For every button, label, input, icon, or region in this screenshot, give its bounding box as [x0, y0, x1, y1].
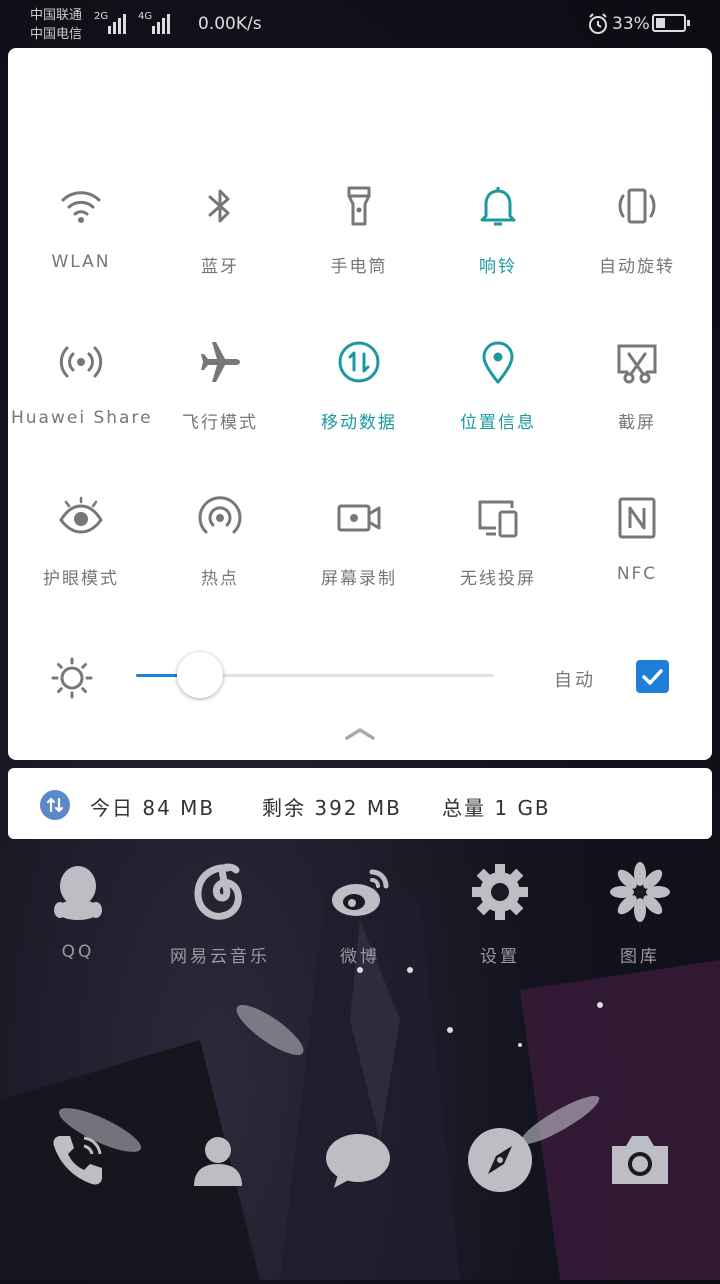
location-icon — [474, 338, 522, 386]
brightness-slider[interactable] — [136, 652, 494, 698]
tile-share[interactable]: Huawei Share — [11, 338, 151, 458]
tile-eye[interactable]: 护眼模式 — [11, 494, 151, 614]
status-bar: 中国联通 中国电信 2G 4G 0.00K/s 33% — [0, 0, 720, 48]
tile-label: 截屏 — [618, 413, 656, 433]
messages-icon[interactable] — [324, 1128, 392, 1196]
carrier-1: 中国联通 — [30, 8, 83, 23]
tile-screen-record[interactable]: 屏幕录制 — [289, 494, 429, 614]
tile-label: 无线投屏 — [460, 569, 536, 589]
app-label: 微博 — [340, 947, 380, 967]
app-weibo[interactable]: 微博 — [295, 860, 425, 967]
collapse-chevron-icon[interactable] — [342, 724, 378, 744]
airplane-icon — [196, 338, 244, 386]
app-label: 网易云音乐 — [170, 947, 270, 967]
wifi-icon — [57, 182, 105, 230]
usage-today: 今日 84 MB — [90, 796, 216, 820]
phone-icon[interactable] — [46, 1128, 110, 1196]
auto-brightness-checkbox[interactable] — [636, 660, 669, 693]
signal-icon-2: 4G — [138, 10, 178, 40]
hotspot-icon — [196, 494, 244, 542]
check-icon — [642, 669, 663, 685]
tile-bluetooth[interactable]: 蓝牙 — [150, 182, 290, 302]
cast-icon — [474, 494, 522, 542]
quick-settings-panel: WLAN 蓝牙 手电筒 响铃 自动旋转 Huawei Share 飞行模式 移动数据 位置信息 截… — [8, 48, 712, 760]
data-usage-bar[interactable]: 今日 84 MB 剩余 392 MB 总量 1 GB — [8, 768, 712, 839]
flashlight-icon — [335, 182, 383, 230]
screen-record-icon — [335, 494, 383, 542]
share-icon — [57, 338, 105, 386]
app-netease-music[interactable]: 网易云音乐 — [155, 860, 285, 967]
tile-label: WLAN — [51, 252, 111, 272]
app-label: 设置 — [480, 947, 520, 967]
tile-hotspot[interactable]: 热点 — [150, 494, 290, 614]
battery-icon — [652, 14, 690, 32]
tile-flashlight[interactable]: 手电筒 — [289, 182, 429, 302]
app-label: 图库 — [620, 947, 660, 967]
nfc-icon — [613, 494, 661, 542]
tile-label: 自动旋转 — [599, 257, 675, 277]
tile-label: 手电筒 — [330, 257, 388, 277]
mobile-data-icon — [335, 338, 383, 386]
net-type-2: 4G — [138, 11, 152, 22]
alarm-icon — [586, 12, 610, 40]
bluetooth-icon — [196, 182, 244, 230]
tile-label: 响铃 — [479, 257, 517, 277]
tile-bell[interactable]: 响铃 — [428, 182, 568, 302]
battery-percent: 33% — [612, 14, 650, 34]
rotate-icon — [613, 182, 661, 230]
contacts-icon[interactable] — [186, 1128, 250, 1196]
tile-wifi[interactable]: WLAN — [11, 182, 151, 302]
tile-nfc[interactable]: NFC — [567, 494, 707, 614]
brightness-icon — [50, 656, 94, 700]
auto-brightness-label: 自动 — [554, 670, 596, 691]
tile-label: 屏幕录制 — [321, 569, 397, 589]
tile-location[interactable]: 位置信息 — [428, 338, 568, 458]
qq-icon — [54, 866, 102, 920]
net-type-1: 2G — [94, 11, 108, 22]
tile-label: 蓝牙 — [201, 257, 239, 277]
tile-label: 飞行模式 — [182, 413, 258, 433]
settings-icon — [472, 864, 528, 920]
usage-total: 总量 1 GB — [442, 796, 551, 820]
data-usage-icon — [40, 790, 70, 820]
camera-icon[interactable] — [608, 1132, 672, 1192]
app-label: QQ — [61, 942, 95, 962]
weibo-icon — [332, 869, 389, 916]
tile-mobile-data[interactable]: 移动数据 — [289, 338, 429, 458]
carrier-2: 中国电信 — [30, 27, 83, 42]
app-settings[interactable]: 设置 — [435, 860, 565, 967]
app-gallery[interactable]: 图库 — [575, 860, 705, 967]
tile-label: 热点 — [201, 569, 239, 589]
netease-music-icon — [194, 863, 242, 920]
network-speed: 0.00K/s — [198, 14, 262, 34]
tile-label: Huawei Share — [11, 408, 153, 428]
usage-remaining: 剩余 392 MB — [262, 796, 402, 820]
tile-cast[interactable]: 无线投屏 — [428, 494, 568, 614]
tile-label: 护眼模式 — [43, 569, 119, 589]
tile-label: NFC — [616, 564, 658, 584]
tile-airplane[interactable]: 飞行模式 — [150, 338, 290, 458]
brightness-thumb[interactable] — [177, 652, 223, 698]
tile-label: 位置信息 — [460, 413, 536, 433]
browser-icon[interactable] — [466, 1126, 534, 1198]
tile-rotate[interactable]: 自动旋转 — [567, 182, 707, 302]
gallery-icon — [610, 862, 670, 922]
signal-icon: 2G — [94, 10, 134, 40]
screenshot-icon — [613, 338, 661, 386]
carrier-labels: 中国联通 中国电信 — [30, 6, 82, 44]
eye-icon — [57, 494, 105, 542]
tile-screenshot[interactable]: 截屏 — [567, 338, 707, 458]
tile-label: 移动数据 — [321, 413, 397, 433]
bell-icon — [474, 182, 522, 230]
app-qq[interactable]: QQ — [13, 860, 143, 962]
